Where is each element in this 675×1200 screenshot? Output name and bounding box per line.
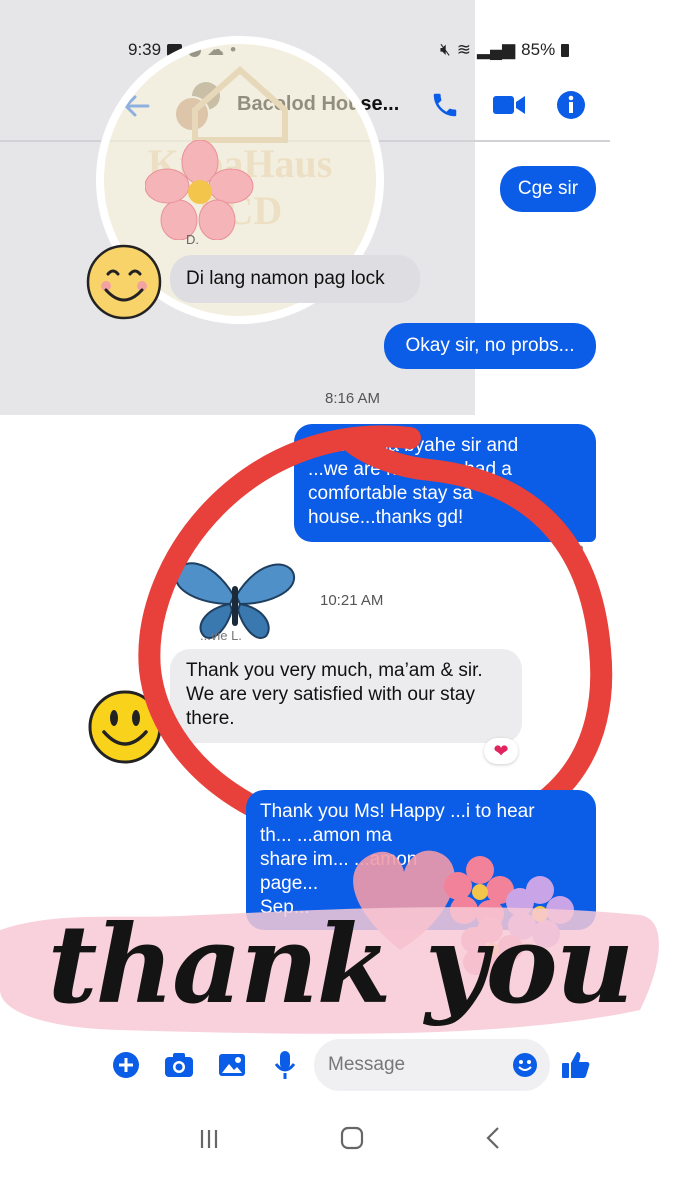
smiley-icon: [86, 244, 162, 320]
thank-you-text: thank you: [47, 902, 635, 1028]
message-text: Di lang namon pag lock: [186, 268, 385, 289]
battery-icon: [561, 43, 570, 57]
battery-level: 85%: [521, 40, 556, 59]
video-camera-icon: [493, 96, 525, 114]
mute-icon: 🔇︎: [440, 40, 451, 59]
image-icon: [219, 1054, 245, 1076]
emoji-icon: [513, 1053, 537, 1077]
thank-you-sticker: thank you: [0, 890, 675, 1040]
message-text: Okay sir, no probs...: [405, 335, 575, 356]
phone-icon: [433, 93, 457, 117]
nav-back-icon: [486, 1127, 499, 1149]
system-nav-bar: [0, 1110, 675, 1170]
message-outgoing-2[interactable]: Okay sir, no probs...: [384, 323, 596, 369]
smiley-sticker: [84, 242, 164, 322]
camera-button[interactable]: [164, 1051, 194, 1079]
camera-icon: [165, 1053, 193, 1077]
home-icon: [340, 1126, 364, 1150]
message-placeholder: Message: [328, 1054, 406, 1075]
recent-apps-icon: [200, 1130, 218, 1148]
plus-circle-icon: [113, 1052, 139, 1078]
info-icon: [557, 91, 585, 119]
message-text: Cge sir: [517, 178, 579, 199]
signal-icon: ▂▄▆: [476, 40, 516, 59]
recent-apps-button[interactable]: [196, 1126, 222, 1152]
message-input[interactable]: Message: [314, 1039, 550, 1091]
thumbs-up-icon: [562, 1052, 590, 1078]
microphone-icon: [274, 1051, 296, 1079]
nav-back-button[interactable]: [480, 1124, 508, 1152]
emoji-button[interactable]: [512, 1052, 538, 1078]
like-button[interactable]: [560, 1049, 592, 1081]
gallery-button[interactable]: [218, 1051, 246, 1079]
voice-button[interactable]: [272, 1049, 298, 1081]
message-incoming-1[interactable]: Di lang namon pag lock: [170, 255, 420, 303]
add-button[interactable]: [112, 1051, 140, 1079]
composer-bar: Message: [0, 1035, 675, 1095]
video-call-button[interactable]: [492, 92, 526, 118]
flower-sticker-icon: [145, 140, 254, 240]
timestamp: 8:16 AM: [325, 390, 381, 407]
info-button[interactable]: [556, 90, 586, 120]
status-bar-right: 🔇︎ ≋ ▂▄▆ 85%: [440, 38, 570, 62]
home-button[interactable]: [338, 1124, 366, 1152]
sender-name: D.: [186, 232, 199, 247]
message-outgoing-1[interactable]: Cge sir: [500, 166, 596, 212]
call-button[interactable]: [430, 90, 460, 120]
wifi-icon: ≋: [456, 40, 471, 59]
message-line: Thank you Ms! Happy ...i to hear: [260, 801, 535, 822]
